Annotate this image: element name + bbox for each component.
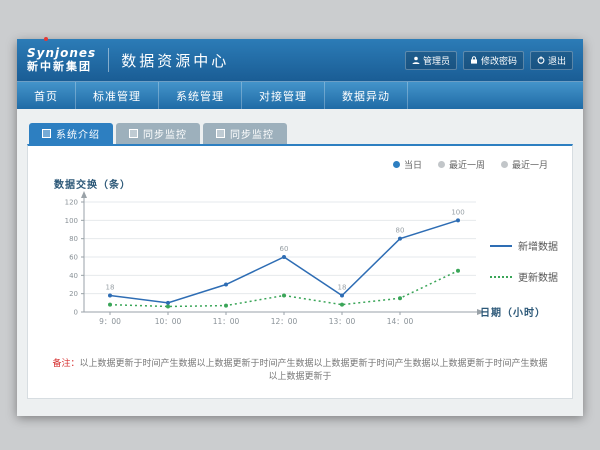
user-button[interactable]: 管理员 bbox=[405, 51, 457, 70]
page-title: 数据资源中心 bbox=[121, 50, 229, 71]
legend-item-0: 新增数据 bbox=[490, 238, 558, 253]
legend-label: 更新数据 bbox=[518, 269, 558, 284]
tab-icon bbox=[129, 129, 138, 138]
chart-panel: 当日 最近一周 最近一月 数据交换（条） 0 20 40 60 80 100 120 9：00 10… bbox=[27, 144, 573, 399]
range-filters: 当日 最近一周 最近一月 bbox=[393, 158, 548, 171]
svg-text:100: 100 bbox=[65, 217, 78, 225]
y-axis-label: 数据交换（条） bbox=[54, 176, 131, 191]
radio-icon bbox=[438, 161, 445, 168]
range-filter-1[interactable]: 最近一周 bbox=[438, 158, 485, 171]
nav-item-0[interactable]: 首页 bbox=[17, 82, 76, 109]
legend-line-icon bbox=[490, 245, 512, 247]
user-label: 管理员 bbox=[423, 54, 450, 67]
range-filter-label: 当日 bbox=[404, 158, 422, 171]
nav-item-1[interactable]: 标准管理 bbox=[76, 82, 159, 109]
nav-item-4[interactable]: 数据异动 bbox=[325, 82, 408, 109]
tab-bar: 系统介绍 同步监控 同步监控 bbox=[17, 109, 583, 144]
svg-text:80: 80 bbox=[396, 227, 405, 235]
tab-1[interactable]: 同步监控 bbox=[116, 123, 200, 144]
nav-item-2[interactable]: 系统管理 bbox=[159, 82, 242, 109]
tab-icon bbox=[216, 129, 225, 138]
change-password-button[interactable]: 修改密码 bbox=[463, 51, 524, 70]
svg-text:10：00: 10：00 bbox=[155, 317, 182, 326]
header-divider bbox=[108, 48, 109, 72]
nav-bar: 首页标准管理系统管理对接管理数据异动 bbox=[17, 81, 583, 109]
radio-icon bbox=[501, 161, 508, 168]
legend-line-icon bbox=[490, 276, 512, 278]
logo-red-dot-icon bbox=[44, 37, 48, 41]
user-icon bbox=[412, 56, 420, 64]
power-icon bbox=[537, 56, 545, 64]
tab-label: 系统介绍 bbox=[56, 126, 100, 141]
svg-text:0: 0 bbox=[74, 309, 78, 317]
svg-text:60: 60 bbox=[69, 254, 78, 262]
lock-icon bbox=[470, 56, 478, 64]
svg-text:18: 18 bbox=[106, 284, 115, 292]
svg-text:100: 100 bbox=[451, 208, 464, 216]
app-window: Synjones 新中新集团 数据资源中心 管理员 修改密码 退出 首页标准管理… bbox=[17, 39, 583, 415]
logo-text: Synjones bbox=[27, 47, 96, 60]
tab-label: 同步监控 bbox=[143, 126, 187, 141]
range-filter-label: 最近一周 bbox=[449, 158, 485, 171]
range-filter-2[interactable]: 最近一月 bbox=[501, 158, 548, 171]
tab-0[interactable]: 系统介绍 bbox=[29, 123, 113, 144]
svg-text:9：00: 9：00 bbox=[99, 317, 121, 326]
footnote-text: 以上数据更新于时间产生数据以上数据更新于时间产生数据以上数据更新于时间产生数据以… bbox=[80, 359, 548, 382]
tab-2[interactable]: 同步监控 bbox=[203, 123, 287, 144]
svg-text:40: 40 bbox=[69, 272, 78, 280]
svg-text:18: 18 bbox=[338, 284, 347, 292]
tab-label: 同步监控 bbox=[230, 126, 274, 141]
svg-text:13：00: 13：00 bbox=[329, 317, 356, 326]
svg-text:20: 20 bbox=[69, 290, 78, 298]
svg-text:11：00: 11：00 bbox=[213, 317, 240, 326]
change-password-label: 修改密码 bbox=[481, 54, 517, 67]
legend-item-1: 更新数据 bbox=[490, 269, 558, 284]
footnote: 备注：以上数据更新于时间产生数据以上数据更新于时间产生数据以上数据更新于时间产生… bbox=[48, 358, 552, 383]
svg-text:14：00: 14：00 bbox=[387, 317, 414, 326]
svg-text:80: 80 bbox=[69, 235, 78, 243]
x-axis-label: 日期（小时） bbox=[480, 304, 546, 319]
logo: Synjones 新中新集团 bbox=[27, 47, 96, 72]
header-actions: 管理员 修改密码 退出 bbox=[405, 51, 573, 70]
series-legend: 新增数据更新数据 bbox=[490, 238, 558, 284]
logout-label: 退出 bbox=[548, 54, 566, 67]
svg-text:12：00: 12：00 bbox=[271, 317, 298, 326]
logout-button[interactable]: 退出 bbox=[530, 51, 573, 70]
svg-text:60: 60 bbox=[280, 245, 289, 253]
line-chart: 0 20 40 60 80 100 120 9：00 10：00 11：00 12：00 13：00 1… bbox=[46, 190, 486, 340]
svg-text:120: 120 bbox=[65, 199, 78, 207]
tab-icon bbox=[42, 129, 51, 138]
content-area: 系统介绍 同步监控 同步监控 当日 最近一周 最近一月 数据交换（条） 0 20 40 60 8… bbox=[17, 109, 583, 416]
footnote-prefix: 备注： bbox=[52, 359, 79, 369]
range-filter-0[interactable]: 当日 bbox=[393, 158, 422, 171]
app-header: Synjones 新中新集团 数据资源中心 管理员 修改密码 退出 bbox=[17, 39, 583, 81]
radio-icon bbox=[393, 161, 400, 168]
legend-label: 新增数据 bbox=[518, 238, 558, 253]
nav-item-3[interactable]: 对接管理 bbox=[242, 82, 325, 109]
range-filter-label: 最近一月 bbox=[512, 158, 548, 171]
logo-subtext: 新中新集团 bbox=[27, 61, 96, 73]
